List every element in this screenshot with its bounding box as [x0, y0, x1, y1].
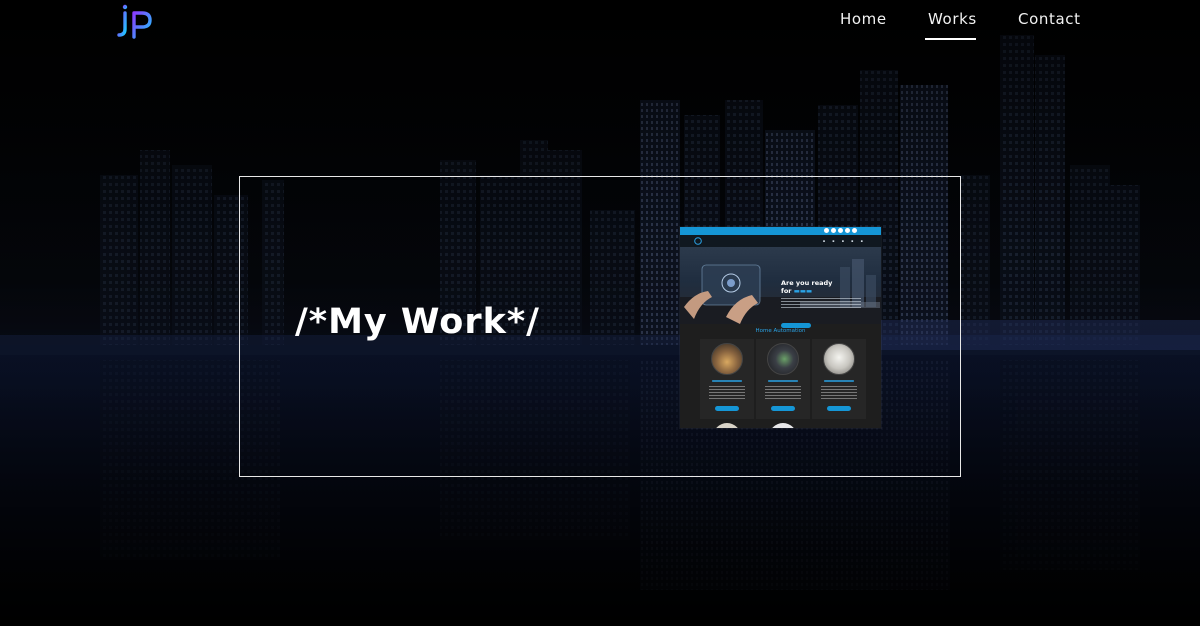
hero-title: /*My Work*/: [295, 302, 540, 342]
card-title: [712, 380, 742, 382]
card-title: [768, 380, 798, 382]
social-icon: [845, 228, 850, 233]
active-nav-indicator: [925, 38, 976, 40]
project-thumbnail[interactable]: ▪ ▪ ▪ ▪ ▪ Are you ready for ▬▬▬ Home Automat…: [680, 227, 881, 428]
social-icon: [824, 228, 829, 233]
main-nav: Home Works Contact: [0, 0, 1200, 46]
social-icon: [838, 228, 843, 233]
card-text: [765, 386, 801, 400]
card-title: [824, 380, 854, 382]
social-icon: [852, 228, 857, 233]
card-image: [823, 343, 855, 375]
card-image: [769, 423, 797, 428]
nav-home-link[interactable]: Home: [840, 10, 887, 40]
thumbnail-card: [812, 339, 866, 419]
card-text: [821, 386, 857, 400]
thumbnail-section-title: Home Automation: [755, 328, 806, 334]
social-icon: [831, 228, 836, 233]
card-image: [767, 343, 799, 375]
thumbnail-hero-heading: Are you ready for ▬▬▬: [781, 279, 833, 295]
thumbnail-hero-image: Are you ready for ▬▬▬: [680, 247, 881, 328]
nav-contact-link[interactable]: Contact: [1018, 10, 1081, 40]
card-button: [771, 406, 795, 411]
thumbnail-nav-links: ▪ ▪ ▪ ▪ ▪: [822, 239, 863, 243]
thumbnail-logo-icon: [694, 237, 702, 245]
card-button: [715, 406, 739, 411]
thumbnail-hero-text: [781, 298, 861, 308]
thumbnail-card: [756, 339, 810, 419]
thumbnail-top-bar: [680, 227, 881, 235]
nav-works-link[interactable]: Works: [928, 10, 977, 40]
card-image: [713, 423, 741, 428]
card-image: [711, 343, 743, 375]
card-button: [827, 406, 851, 411]
card-text: [709, 386, 745, 400]
thumbnail-card: [700, 339, 754, 419]
thumbnail-nav-bar: ▪ ▪ ▪ ▪ ▪: [680, 235, 881, 247]
